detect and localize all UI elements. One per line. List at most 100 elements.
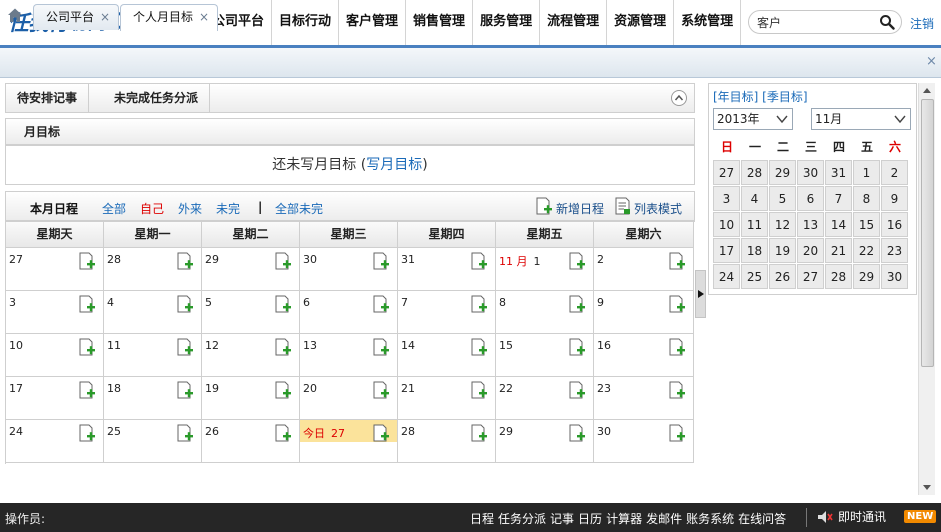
calendar-day-today[interactable]: 今日 27	[300, 420, 398, 463]
calendar-day[interactable]: 9	[594, 291, 694, 334]
filter-all-unfinished[interactable]: 全部未完	[275, 200, 323, 217]
add-event-icon[interactable]	[79, 295, 95, 313]
calendar-day[interactable]: 13	[300, 334, 398, 377]
scroll-down-icon[interactable]	[923, 485, 931, 490]
home-icon[interactable]	[6, 6, 24, 24]
filter-all[interactable]: 全部	[102, 200, 126, 217]
mini-calendar-day[interactable]: 27	[713, 160, 740, 185]
search-icon[interactable]	[879, 14, 895, 30]
scroll-up-icon[interactable]	[923, 88, 931, 93]
add-schedule-icon[interactable]	[536, 197, 552, 215]
tab-unfinished-tasks[interactable]: 未完成任务分派	[103, 84, 211, 113]
calendar-day[interactable]: 28	[104, 248, 202, 291]
tab-personal-month-goal[interactable]: 个人月目标 ×	[120, 4, 219, 31]
add-event-icon[interactable]	[569, 252, 585, 270]
add-event-icon[interactable]	[471, 338, 487, 356]
close-icon[interactable]: ×	[199, 10, 209, 24]
calendar-day[interactable]: 30	[300, 248, 398, 291]
search-input[interactable]	[757, 14, 875, 30]
add-event-icon[interactable]	[373, 252, 389, 270]
add-event-icon[interactable]	[669, 295, 685, 313]
mini-calendar-day[interactable]: 23	[881, 238, 908, 263]
add-event-icon[interactable]	[373, 338, 389, 356]
mini-calendar-day[interactable]: 12	[769, 212, 796, 237]
filter-unfinished[interactable]: 未完	[216, 200, 240, 217]
calendar-day[interactable]: 7	[398, 291, 496, 334]
add-event-icon[interactable]	[275, 381, 291, 399]
footer-link[interactable]: 账务系统	[686, 510, 734, 527]
mini-calendar-day[interactable]: 19	[769, 238, 796, 263]
calendar-day[interactable]: 16	[594, 334, 694, 377]
calendar-day[interactable]: 2	[594, 248, 694, 291]
mini-calendar-day[interactable]: 29	[769, 160, 796, 185]
mini-calendar-day[interactable]: 27	[797, 264, 824, 289]
add-event-icon[interactable]	[669, 252, 685, 270]
year-quarter-goal-links[interactable]: [年目标] [季目标]	[713, 88, 808, 105]
add-event-icon[interactable]	[79, 381, 95, 399]
mini-calendar-day[interactable]: 22	[853, 238, 880, 263]
mini-calendar-day[interactable]: 8	[853, 186, 880, 211]
calendar-day[interactable]: 20	[300, 377, 398, 420]
add-event-icon[interactable]	[177, 424, 193, 442]
mini-calendar-day[interactable]: 13	[797, 212, 824, 237]
nav-item-3[interactable]: 销售管理	[406, 0, 474, 46]
mini-calendar-day[interactable]: 17	[713, 238, 740, 263]
calendar-day[interactable]: 23	[594, 377, 694, 420]
add-event-icon[interactable]	[275, 338, 291, 356]
collapse-icon[interactable]	[670, 89, 688, 107]
calendar-day[interactable]: 19	[202, 377, 300, 420]
mini-calendar-day[interactable]: 10	[713, 212, 740, 237]
add-event-icon[interactable]	[275, 295, 291, 313]
add-event-icon[interactable]	[177, 338, 193, 356]
mini-calendar-day[interactable]: 20	[797, 238, 824, 263]
calendar-day[interactable]: 21	[398, 377, 496, 420]
add-event-icon[interactable]	[569, 295, 585, 313]
mini-calendar-day[interactable]: 3	[713, 186, 740, 211]
close-all-tabs-icon[interactable]: ×	[926, 54, 937, 69]
add-event-icon[interactable]	[669, 424, 685, 442]
nav-item-6[interactable]: 资源管理	[607, 0, 675, 46]
month-select[interactable]: 11月	[811, 108, 911, 130]
list-mode-button[interactable]: 列表模式	[634, 200, 682, 217]
tab-pending-notes[interactable]: 待安排记事	[6, 84, 90, 113]
footer-link[interactable]: 任务分派	[498, 510, 546, 527]
calendar-day[interactable]: 28	[398, 420, 496, 463]
mini-calendar-day[interactable]: 14	[825, 212, 852, 237]
nav-item-1[interactable]: 目标行动	[272, 0, 340, 46]
calendar-day[interactable]: 8	[496, 291, 594, 334]
mini-calendar-day[interactable]: 1	[853, 160, 880, 185]
add-event-icon[interactable]	[471, 424, 487, 442]
mini-calendar-day[interactable]: 25	[741, 264, 768, 289]
year-select[interactable]: 2013年	[713, 108, 793, 130]
calendar-day[interactable]: 25	[104, 420, 202, 463]
add-event-icon[interactable]	[471, 381, 487, 399]
add-event-icon[interactable]	[275, 252, 291, 270]
add-event-icon[interactable]	[669, 381, 685, 399]
write-month-goal-link[interactable]: 写月目标	[366, 157, 422, 173]
add-event-icon[interactable]	[669, 338, 685, 356]
mini-calendar-day[interactable]: 30	[797, 160, 824, 185]
calendar-day[interactable]: 5	[202, 291, 300, 334]
add-event-icon[interactable]	[79, 252, 95, 270]
add-event-icon[interactable]	[471, 295, 487, 313]
calendar-day[interactable]: 17	[6, 377, 104, 420]
nav-item-7[interactable]: 系统管理	[674, 0, 742, 46]
instant-message-button[interactable]: 即时通讯	[816, 508, 886, 525]
calendar-day[interactable]: 29	[202, 248, 300, 291]
filter-mine[interactable]: 自己	[140, 200, 164, 217]
calendar-day[interactable]: 11	[104, 334, 202, 377]
footer-link[interactable]: 记事	[550, 510, 574, 527]
calendar-day[interactable]: 24	[6, 420, 104, 463]
add-event-icon[interactable]	[373, 381, 389, 399]
calendar-day[interactable]: 27	[6, 248, 104, 291]
calendar-day[interactable]: 22	[496, 377, 594, 420]
add-event-icon[interactable]	[569, 338, 585, 356]
calendar-day[interactable]: 3	[6, 291, 104, 334]
calendar-day[interactable]: 12	[202, 334, 300, 377]
mini-calendar-day[interactable]: 30	[881, 264, 908, 289]
add-event-icon[interactable]	[275, 424, 291, 442]
footer-link[interactable]: 日历	[578, 510, 602, 527]
mini-calendar-day[interactable]: 28	[741, 160, 768, 185]
add-event-icon[interactable]	[373, 424, 389, 442]
add-event-icon[interactable]	[471, 252, 487, 270]
